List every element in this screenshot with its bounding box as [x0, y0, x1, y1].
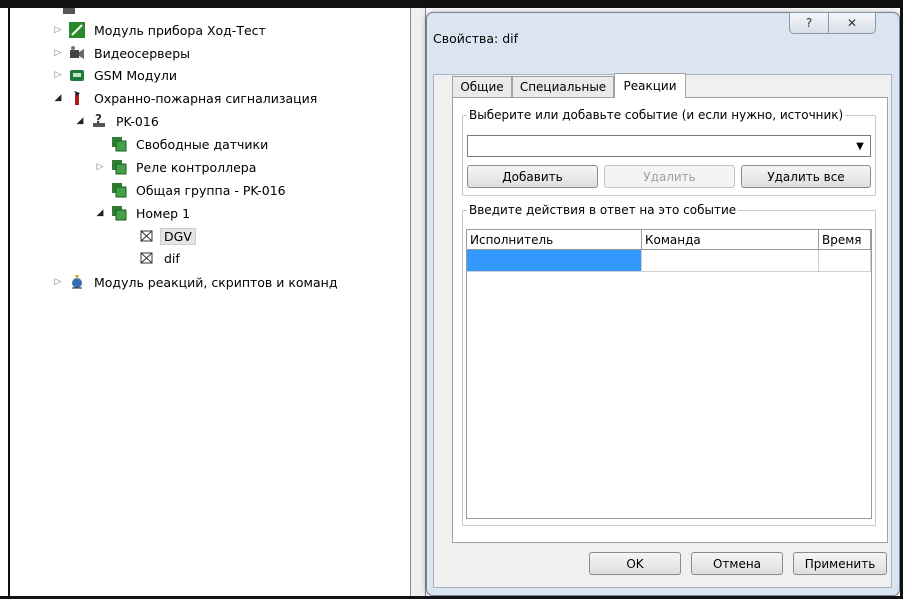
button-label: Удалить все [767, 169, 845, 184]
expand-arrow-icon[interactable]: ▷ [52, 47, 64, 59]
panel-splitter[interactable] [410, 8, 426, 599]
sensor-icon [138, 228, 155, 245]
window-top-border [0, 0, 903, 8]
tree-item-relay[interactable]: ▷ Реле контроллера [94, 157, 260, 177]
tree-item-hod-test[interactable]: ▷ Модуль прибора Ход-Тест [52, 20, 270, 40]
delete-all-button[interactable]: Удалить все [741, 165, 871, 188]
button-label: Отмена [712, 556, 762, 571]
sensor-group-icon [110, 136, 127, 153]
svg-text:?: ? [95, 113, 102, 126]
device-icon [60, 0, 77, 17]
tree-item-fire-alarm[interactable]: ◢ Охранно-пожарная сигнализация [52, 88, 321, 108]
column-header-time[interactable]: Время [819, 230, 871, 250]
tree-item-label: Общая группа - PK-016 [136, 182, 286, 198]
tab-label: Специальные [519, 80, 607, 94]
cell-command[interactable] [642, 250, 819, 272]
help-button[interactable]: ? [789, 12, 829, 34]
collapse-arrow-icon[interactable]: ◢ [52, 92, 64, 104]
tab-label: Общие [460, 80, 504, 94]
tab-special[interactable]: Специальные [512, 76, 614, 97]
button-label: OK [626, 556, 644, 571]
device-tree[interactable]: ▷ Модуль прибора Ход-Тест ▷ Видеосерверы… [10, 8, 410, 599]
help-icon: ? [805, 16, 813, 30]
device-icon: ? [90, 113, 107, 130]
tree-item-gsm[interactable]: ▷ GSM Модули [52, 65, 181, 85]
expand-arrow-icon[interactable]: ▷ [94, 161, 106, 173]
expand-arrow-icon[interactable]: ▷ [52, 276, 64, 288]
cell-time[interactable] [819, 250, 871, 272]
tree-item-free-sensors[interactable]: Свободные датчики [110, 134, 272, 154]
tree-item-label: Свободные датчики [136, 136, 269, 152]
column-header-executor[interactable]: Исполнитель [467, 230, 642, 250]
tree-item-label: PK-016 [116, 113, 159, 129]
tab-label: Реакции [623, 79, 677, 93]
delete-event-button[interactable]: Удалить [604, 165, 735, 188]
video-server-icon [68, 45, 85, 62]
collapse-arrow-icon[interactable]: ◢ [74, 115, 86, 127]
close-button[interactable]: ✕ [828, 12, 876, 34]
tree-item-video-servers[interactable]: ▷ Видеосерверы [52, 43, 194, 63]
add-event-button[interactable]: Добавить [467, 165, 598, 188]
tab-reactions[interactable]: Реакции [614, 73, 686, 98]
module-green-icon [68, 22, 85, 39]
event-combo[interactable]: ▼ [467, 135, 871, 157]
tree-item-label: Модуль прибора Ход-Тест [94, 22, 266, 38]
tree-item-label: Видеосерверы [94, 45, 191, 61]
close-icon: ✕ [846, 16, 858, 30]
tree-item-label: Реле контроллера [136, 159, 257, 175]
tree-item-label: Охранно-пожарная сигнализация [94, 90, 318, 106]
tab-general[interactable]: Общие [452, 76, 512, 97]
tree-item-label: Модуль реакций, скриптов и команд [94, 274, 338, 290]
collapse-arrow-icon[interactable]: ◢ [94, 207, 106, 219]
ok-button[interactable]: OK [589, 552, 681, 575]
tree-item-label: DGV [160, 227, 196, 245]
sensor-group-icon [110, 205, 127, 222]
chevron-down-icon[interactable]: ▼ [852, 138, 868, 154]
selected-cell-executor[interactable] [467, 250, 642, 272]
event-group-label: Выберите или добавьте событие (и если ну… [469, 108, 844, 122]
tree-item-nomer1[interactable]: ◢ Номер 1 [94, 203, 194, 223]
tree-item-dif[interactable]: dif [138, 248, 184, 268]
button-label: Добавить [502, 169, 563, 184]
expand-arrow-icon[interactable]: ▷ [52, 69, 64, 81]
dialog-title: Свойства: dif [433, 31, 519, 46]
tree-item-pk016[interactable]: ◢ ? PK-016 [74, 111, 163, 131]
tree-item-script-module[interactable]: ▷ Модуль реакций, скриптов и команд [52, 272, 341, 292]
tree-item-label: GSM Модули [94, 67, 177, 83]
tree-item-label: dif [164, 250, 180, 266]
button-label: Удалить [643, 169, 696, 184]
expand-arrow-icon[interactable]: ▷ [52, 24, 64, 36]
script-module-icon [68, 274, 85, 291]
actions-group-label: Введите действия в ответ на это событие [469, 203, 737, 217]
column-label: Исполнитель [470, 232, 554, 247]
apply-button[interactable]: Применить [793, 552, 887, 575]
actions-grid[interactable]: Исполнитель Команда Время [466, 229, 872, 519]
window-left-border [8, 0, 10, 599]
tree-item-label: Номер 1 [136, 205, 191, 221]
sensor-group-icon [110, 159, 127, 176]
sensor-icon [138, 250, 155, 267]
button-label: Применить [804, 556, 876, 571]
gsm-module-icon [68, 67, 85, 84]
column-header-command[interactable]: Команда [642, 230, 819, 250]
fire-alarm-icon [68, 90, 85, 107]
column-label: Команда [645, 232, 701, 247]
column-label: Время [822, 232, 862, 247]
tree-item-dgv[interactable]: DGV [138, 226, 196, 246]
tree-item-common-group[interactable]: Общая группа - PK-016 [110, 180, 290, 200]
tree-item-cut [60, 0, 82, 18]
cancel-button[interactable]: Отмена [691, 552, 783, 575]
sensor-group-icon [110, 182, 127, 199]
